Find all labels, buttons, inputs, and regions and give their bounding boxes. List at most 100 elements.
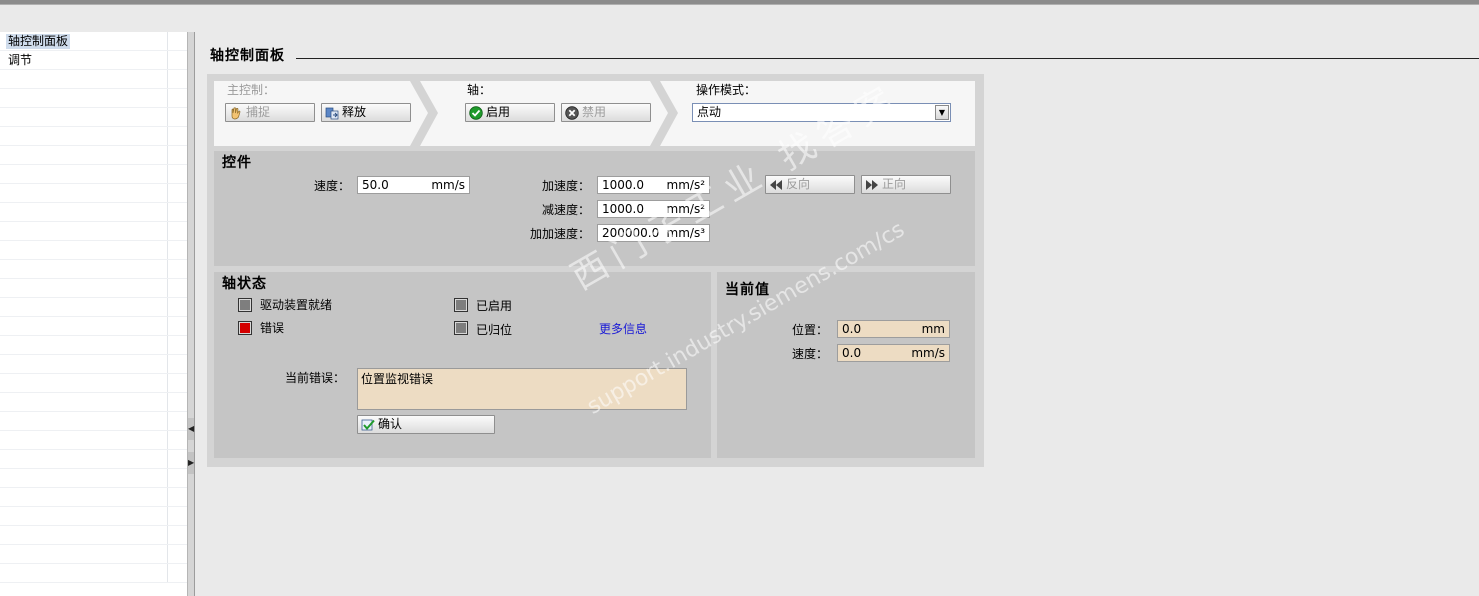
capture-button[interactable]: 捕捉 (225, 103, 315, 122)
velocity-input[interactable]: 50.0 mm/s (357, 176, 470, 194)
nav-empty-row (0, 222, 187, 241)
acceleration-input[interactable]: 1000.0 mm/s² (597, 176, 710, 194)
acceleration-value: 1000.0 (602, 178, 644, 192)
nav-empty-row (0, 507, 187, 526)
current-values-title: 当前值 (725, 282, 770, 298)
deceleration-input[interactable]: 1000.0 mm/s² (597, 200, 710, 218)
velocity-unit: mm/s (431, 178, 465, 192)
nav-empty-row (0, 203, 187, 222)
nav-empty-row (0, 127, 187, 146)
operation-mode-label: 操作模式： (696, 83, 757, 97)
nav-empty-row (0, 70, 187, 89)
current-error-text: 位置监视错误 (357, 368, 687, 410)
nav-empty-row (0, 431, 187, 450)
error-indicator (238, 321, 252, 335)
nav-empty-row (0, 184, 187, 203)
current-velocity-unit: mm/s (911, 346, 945, 360)
x-circle-icon (565, 105, 579, 120)
more-info-link[interactable]: 更多信息 (599, 321, 647, 337)
nav-item-axis-control-panel[interactable]: 轴控制面板 (0, 32, 187, 51)
current-velocity-display: 0.0 mm/s (837, 344, 950, 362)
jerk-input[interactable]: 200000.0 mm/s³ (597, 224, 710, 242)
position-unit: mm (921, 322, 945, 336)
axis-label: 轴： (467, 83, 492, 97)
splitter[interactable]: ◀ ▶ (187, 32, 195, 596)
acknowledge-button[interactable]: 确认 (357, 415, 495, 434)
enable-button[interactable]: 启用 (465, 103, 555, 122)
nav-empty-row (0, 336, 187, 355)
position-display: 0.0 mm (837, 320, 950, 338)
forward-label: 正向 (882, 177, 907, 191)
jerk-unit: mm/s³ (666, 226, 705, 240)
capture-label: 捕捉 (246, 105, 271, 119)
enabled-label: 已启用 (476, 299, 513, 313)
deceleration-label: 减速度： (541, 203, 590, 217)
controls-section (214, 151, 975, 266)
check-circle-icon (469, 105, 483, 120)
hand-icon (231, 106, 241, 119)
nav-empty-row (0, 374, 187, 393)
nav-empty-row (0, 526, 187, 545)
controls-title: 控件 (222, 155, 252, 171)
position-label: 位置： (791, 323, 828, 337)
nav-empty-row (0, 89, 187, 108)
nav-empty-row (0, 469, 187, 488)
acceleration-label: 加速度： (541, 179, 590, 193)
acceleration-unit: mm/s² (666, 178, 705, 192)
nav-empty-row (0, 412, 187, 431)
acknowledge-label: 确认 (378, 417, 403, 431)
forward-button[interactable]: 正向 (861, 175, 951, 194)
master-control-label: 主控制： (227, 83, 276, 97)
nav-item-label: 调节 (8, 53, 33, 67)
current-velocity-value: 0.0 (842, 346, 862, 360)
nav-empty-row (0, 355, 187, 374)
backward-label: 反向 (786, 177, 811, 191)
operation-mode-select[interactable]: 点动 ▼ (692, 103, 951, 122)
nav-empty-row (0, 317, 187, 336)
position-value: 0.0 (842, 322, 862, 336)
drive-ready-label: 驱动装置就绪 (260, 298, 333, 312)
navigation-tree: 轴控制面板 调节 (0, 32, 187, 596)
axis-status-title: 轴状态 (222, 276, 267, 292)
nav-empty-row (0, 298, 187, 317)
drive-ready-indicator (238, 298, 252, 312)
nav-empty-row (0, 108, 187, 127)
velocity-label: 速度： (313, 179, 350, 193)
release-label: 释放 (342, 105, 367, 119)
fast-forward-icon (866, 179, 878, 190)
title-divider (296, 58, 1479, 59)
chevron-down-icon[interactable]: ▼ (935, 105, 949, 120)
enabled-indicator (454, 298, 468, 312)
jerk-label: 加加速度： (529, 227, 590, 241)
current-error-label: 当前错误： (284, 371, 345, 385)
disable-label: 禁用 (582, 105, 607, 119)
nav-empty-row (0, 564, 187, 583)
nav-empty-row (0, 450, 187, 469)
window-top-bar (0, 0, 1479, 5)
chevron-divider-icon (650, 81, 678, 146)
homed-label: 已归位 (476, 323, 513, 337)
release-icon (325, 107, 339, 119)
nav-item-tuning[interactable]: 调节 (0, 51, 187, 70)
collapse-left-arrow-icon[interactable]: ◀ (188, 418, 194, 440)
disable-button[interactable]: 禁用 (561, 103, 651, 122)
operation-mode-value: 点动 (697, 105, 722, 119)
nav-empty-row (0, 545, 187, 564)
nav-empty-row (0, 279, 187, 298)
acknowledge-icon (361, 419, 375, 430)
error-label: 错误 (260, 321, 285, 335)
nav-empty-row (0, 393, 187, 412)
jerk-value: 200000.0 (602, 226, 660, 240)
current-velocity-label: 速度： (791, 347, 828, 361)
expand-right-arrow-icon[interactable]: ▶ (188, 452, 194, 474)
homed-indicator (454, 321, 468, 335)
release-button[interactable]: 释放 (321, 103, 411, 122)
backward-button[interactable]: 反向 (765, 175, 855, 194)
rewind-icon (770, 179, 782, 190)
nav-empty-row (0, 165, 187, 184)
nav-empty-row (0, 488, 187, 507)
deceleration-unit: mm/s² (666, 202, 705, 216)
chevron-divider-icon (410, 81, 438, 146)
nav-item-label: 轴控制面板 (6, 34, 71, 49)
enable-label: 启用 (486, 105, 511, 119)
